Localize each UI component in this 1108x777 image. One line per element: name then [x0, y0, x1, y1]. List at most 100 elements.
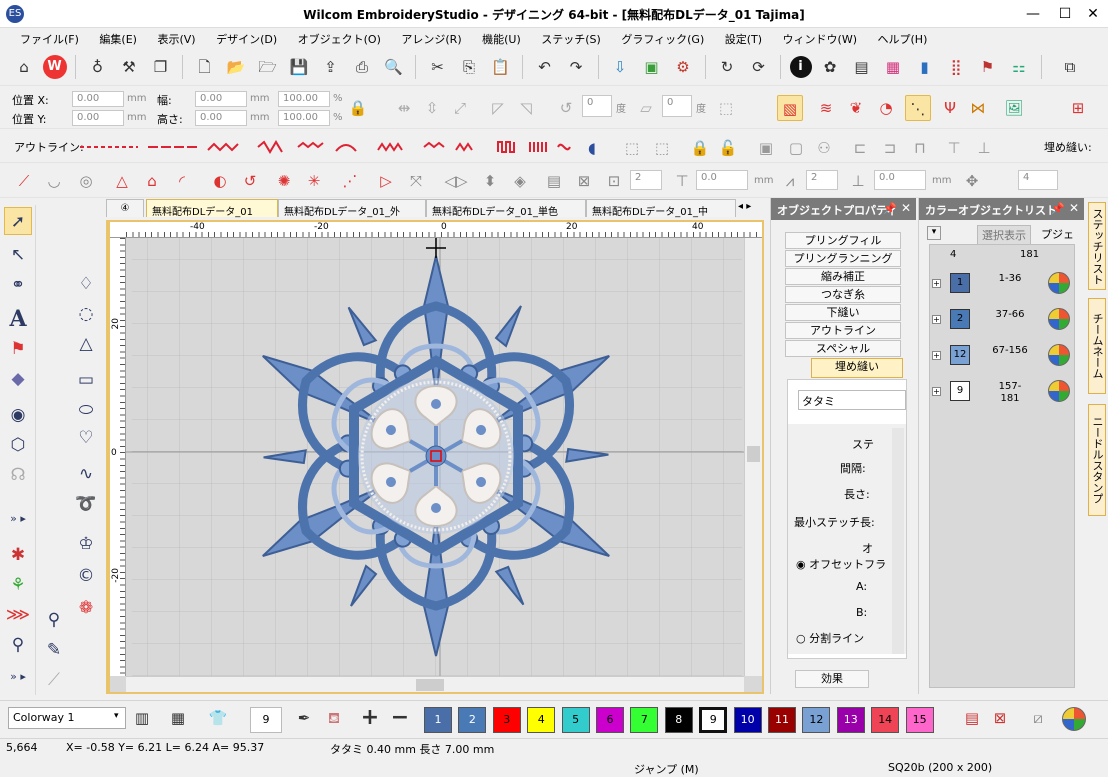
thread-chart-icon[interactable]: ▤ [959, 705, 985, 731]
offset-radio[interactable]: ◉ オフセットフラ [796, 556, 886, 572]
tab-count[interactable]: ④ [106, 199, 144, 217]
color-palette-icon[interactable]: ▦ [880, 54, 906, 80]
flip-v-icon[interactable]: ⬍ [477, 168, 503, 194]
export-icon[interactable]: ⇪ [318, 54, 344, 80]
param1-input[interactable]: 2 [630, 170, 662, 190]
color-swatch-4[interactable]: 4 [527, 707, 556, 733]
star-icon[interactable]: ✳ [301, 168, 327, 194]
current-color[interactable]: 9 [250, 707, 282, 733]
reshape-icon[interactable]: ⋰ [337, 168, 363, 194]
repeat-icon[interactable]: ⊡ [601, 168, 627, 194]
fill-type-select[interactable]: タタミ [798, 390, 906, 410]
add-color-icon[interactable]: + [357, 705, 383, 731]
rectangle-icon[interactable]: ▭ [72, 366, 100, 394]
tools-icon[interactable]: ⚒ [116, 54, 142, 80]
tab-scroll-icon[interactable]: ◂ ▸ [738, 201, 751, 212]
color-object-row[interactable]: + 9 157-181 [930, 377, 1076, 407]
no-color-icon[interactable]: ⧄ [1025, 705, 1051, 731]
cards-icon[interactable]: ❐ [148, 54, 174, 80]
special-button[interactable]: スペシャル [785, 340, 901, 357]
group-icon[interactable]: ▣ [753, 135, 779, 161]
pen-icon[interactable]: ✎ [40, 636, 68, 664]
open-shape-icon[interactable]: ⌂ [139, 168, 165, 194]
tab-team-name[interactable]: チームネーム [1088, 298, 1106, 394]
ellipse-icon[interactable]: ⬭ [72, 396, 100, 424]
hot-air-balloon-icon[interactable]: ♁ [85, 54, 111, 80]
color-swatch-3[interactable]: 3 [492, 707, 521, 733]
cc-icon[interactable]: © [72, 562, 100, 590]
pos-y-input[interactable]: 0.00 [72, 110, 124, 126]
param2-input[interactable]: 0.0 [696, 170, 748, 190]
color-object-row[interactable]: + 1 1-36 [930, 269, 1076, 299]
swirl-icon[interactable]: ☊ [4, 461, 32, 489]
collapse-icon[interactable]: ▾ [927, 226, 941, 240]
menu-window[interactable]: ウィンドウ(W) [783, 28, 857, 47]
zigzag-icon[interactable]: ⩘ [777, 168, 803, 194]
color-swatch-9[interactable]: 9 [699, 707, 728, 733]
param4-input[interactable]: 0.0 [874, 170, 926, 190]
outline-button[interactable]: アウトライン [785, 322, 901, 339]
mirror-horizontal-icon[interactable]: ⇹ [391, 95, 417, 121]
browse-folder-icon[interactable]: 🗁 [255, 54, 281, 80]
select-box-icon[interactable]: ⬚ [619, 135, 645, 161]
appliqué-icon[interactable]: ◉ [4, 401, 32, 429]
color-swatch-1[interactable]: 1 [424, 707, 452, 733]
spiral-icon[interactable]: ↺ [237, 168, 263, 194]
triangle-node-icon[interactable]: △ [72, 330, 100, 358]
skew-right-icon[interactable]: ◹ [513, 95, 539, 121]
color-swatch-7[interactable]: 7 [630, 707, 659, 733]
circle-outline-icon[interactable]: ◖ [579, 135, 605, 161]
combine-icon[interactable]: ⚇ [811, 135, 837, 161]
palette-grid-icon[interactable]: ▦ [165, 705, 191, 731]
trident-icon[interactable]: Ψ [937, 95, 963, 121]
menu-view[interactable]: 表示(V) [157, 28, 195, 47]
split-radio[interactable]: ○ 分割ライン [796, 630, 864, 646]
needle-icon[interactable]: ⚲ [40, 606, 68, 634]
param3-input[interactable]: 2 [806, 170, 838, 190]
fish-icon[interactable]: ⋈ [965, 95, 991, 121]
multi-color-icon[interactable]: ⚏ [1006, 54, 1032, 80]
save-icon[interactable]: 💾 [286, 54, 312, 80]
transform-extra-icon[interactable]: ⬚ [713, 95, 739, 121]
network-tool-icon[interactable]: ⚲ [4, 631, 32, 659]
design-canvas[interactable] [110, 222, 762, 692]
stitch-player-icon[interactable]: ⟳ [746, 54, 772, 80]
color-swatch-5[interactable]: 5 [561, 707, 590, 733]
thread-icon[interactable]: ▮ [912, 54, 938, 80]
vertical-scrollbar[interactable] [744, 238, 762, 676]
unlock-icon[interactable]: 🔓 [715, 135, 741, 161]
print-icon[interactable]: ⎙ [349, 54, 375, 80]
color-swatch-11[interactable]: 11 [768, 707, 796, 733]
paste-icon[interactable]: 📋 [488, 54, 514, 80]
kaleidoscope-icon[interactable]: ◈ [507, 168, 533, 194]
spacing-icon[interactable]: ⊤ [669, 168, 695, 194]
digitize-line-icon[interactable]: ⟋ [11, 168, 37, 194]
minimize-button[interactable]: — [1016, 3, 1050, 25]
tab-design-01-single[interactable]: 無料配布DLデータ_01_単色 [426, 199, 586, 218]
send-to-machine-icon[interactable]: ▣ [639, 54, 665, 80]
depth-icon[interactable]: ⊥ [845, 168, 871, 194]
team-name-icon[interactable]: ⚑ [4, 335, 32, 363]
menu-function[interactable]: 機能(U) [482, 28, 521, 47]
open-curve-icon[interactable]: ◌ [72, 300, 100, 328]
color-wheel-icon[interactable] [1062, 707, 1086, 731]
arrow-shape-icon[interactable]: ▷ [373, 168, 399, 194]
undo-icon[interactable]: ↶ [532, 54, 558, 80]
grid-view-icon[interactable]: ⊞ [1065, 95, 1091, 121]
select-arrow-icon[interactable]: ➚ [4, 207, 32, 235]
mirror-diagonal-icon[interactable]: ⤢ [447, 95, 473, 121]
width-input[interactable]: 0.00 [195, 91, 247, 107]
tab-needle-stamp[interactable]: ニードルスタンプ [1088, 404, 1106, 516]
closed-shape-icon[interactable]: △ [109, 168, 135, 194]
window-arrange-icon[interactable]: ⧉ [1057, 54, 1083, 80]
underlay-button[interactable]: 下縫い [785, 304, 901, 321]
fill-stitch-tab[interactable]: 埋め縫い [811, 358, 903, 378]
scatter-icon[interactable]: ✥ [959, 168, 985, 194]
pos-x-input[interactable]: 0.00 [72, 91, 124, 107]
tab-stitch-list[interactable]: ステッチリスト [1088, 202, 1106, 290]
tatami-fill-icon[interactable]: ▧ [777, 95, 803, 121]
color-swatch-10[interactable]: 10 [733, 707, 762, 733]
colorway-select[interactable]: Colorway 1 [8, 707, 126, 729]
wilcom-logo-icon[interactable]: W [42, 55, 67, 79]
lock-proportions-icon[interactable]: 🔒 [345, 95, 371, 121]
